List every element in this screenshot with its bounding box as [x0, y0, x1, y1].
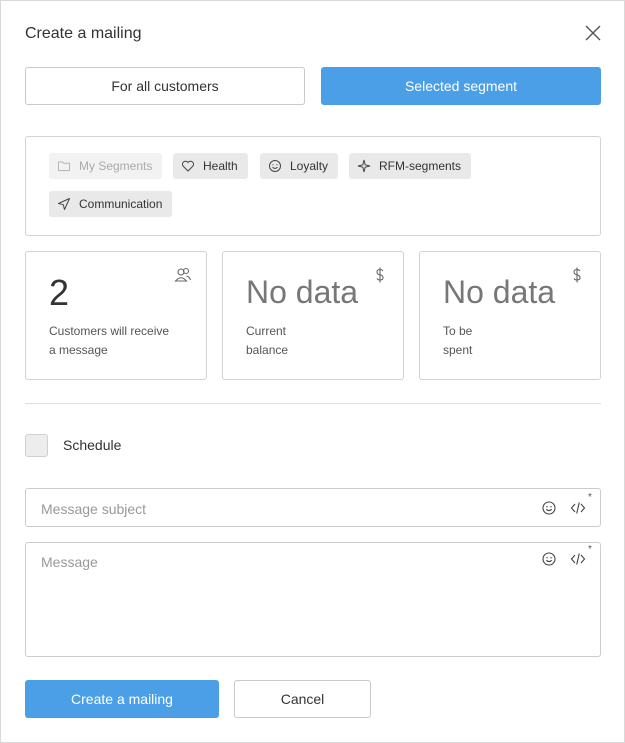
chip-loyalty[interactable]: Loyalty [260, 153, 339, 179]
balance-value: No data [246, 274, 359, 310]
divider [25, 403, 601, 404]
smile-icon [269, 160, 281, 172]
dollar-icon [573, 267, 581, 283]
spent-description: To be spent [443, 324, 473, 357]
close-icon [585, 25, 601, 41]
chip-label: Health [203, 159, 238, 173]
balance-description: Current balance [246, 324, 289, 357]
dialog-title: Create a mailing [25, 25, 142, 42]
heart-icon [181, 160, 195, 172]
chip-communication[interactable]: Communication [49, 191, 173, 217]
subject-field: * [25, 488, 601, 527]
cancel-button[interactable]: Cancel [234, 680, 371, 718]
stat-card-spent: No data To be spent [419, 251, 601, 380]
dollar-icon [376, 267, 384, 283]
create-mailing-dialog: Create a mailing For all customers Selec… [0, 0, 625, 743]
chip-label: Loyalty [290, 159, 329, 173]
create-mailing-button[interactable]: Create a mailing [25, 680, 219, 718]
stat-card-customers: 2 Customers will receive a message [25, 251, 207, 380]
code-icon[interactable] [570, 500, 586, 516]
required-mark: * [588, 492, 592, 503]
folder-icon [58, 161, 70, 171]
close-button[interactable] [583, 23, 603, 43]
message-field: * [25, 542, 601, 657]
emoji-icon[interactable] [541, 500, 557, 516]
users-icon [174, 267, 192, 282]
emoji-icon[interactable] [541, 551, 557, 567]
message-input[interactable] [41, 554, 511, 644]
subject-input[interactable] [41, 500, 511, 518]
spent-value: No data [443, 274, 556, 310]
schedule-checkbox[interactable] [25, 434, 48, 457]
stat-card-balance: No data Current balance [222, 251, 404, 380]
selected-segment-button[interactable]: Selected segment [321, 67, 601, 105]
chip-health[interactable]: Health [173, 153, 248, 179]
required-mark: * [588, 544, 592, 555]
chip-label: Communication [79, 197, 163, 211]
send-icon [58, 198, 70, 210]
chip-label: My Segments [79, 159, 153, 173]
customers-count: 2 [49, 272, 70, 313]
chip-rfm-segments[interactable]: RFM-segments [349, 153, 472, 179]
code-icon[interactable] [570, 551, 586, 567]
chip-my-segments: My Segments [49, 153, 163, 179]
for-all-customers-button[interactable]: For all customers [25, 67, 305, 105]
schedule-label: Schedule [63, 437, 122, 453]
chip-label: RFM-segments [379, 159, 462, 173]
segment-selector: My Segments Health Loyalty RFM-segments [25, 136, 601, 236]
rfm-icon [357, 159, 371, 173]
customers-description: Customers will receive a message [49, 324, 170, 357]
